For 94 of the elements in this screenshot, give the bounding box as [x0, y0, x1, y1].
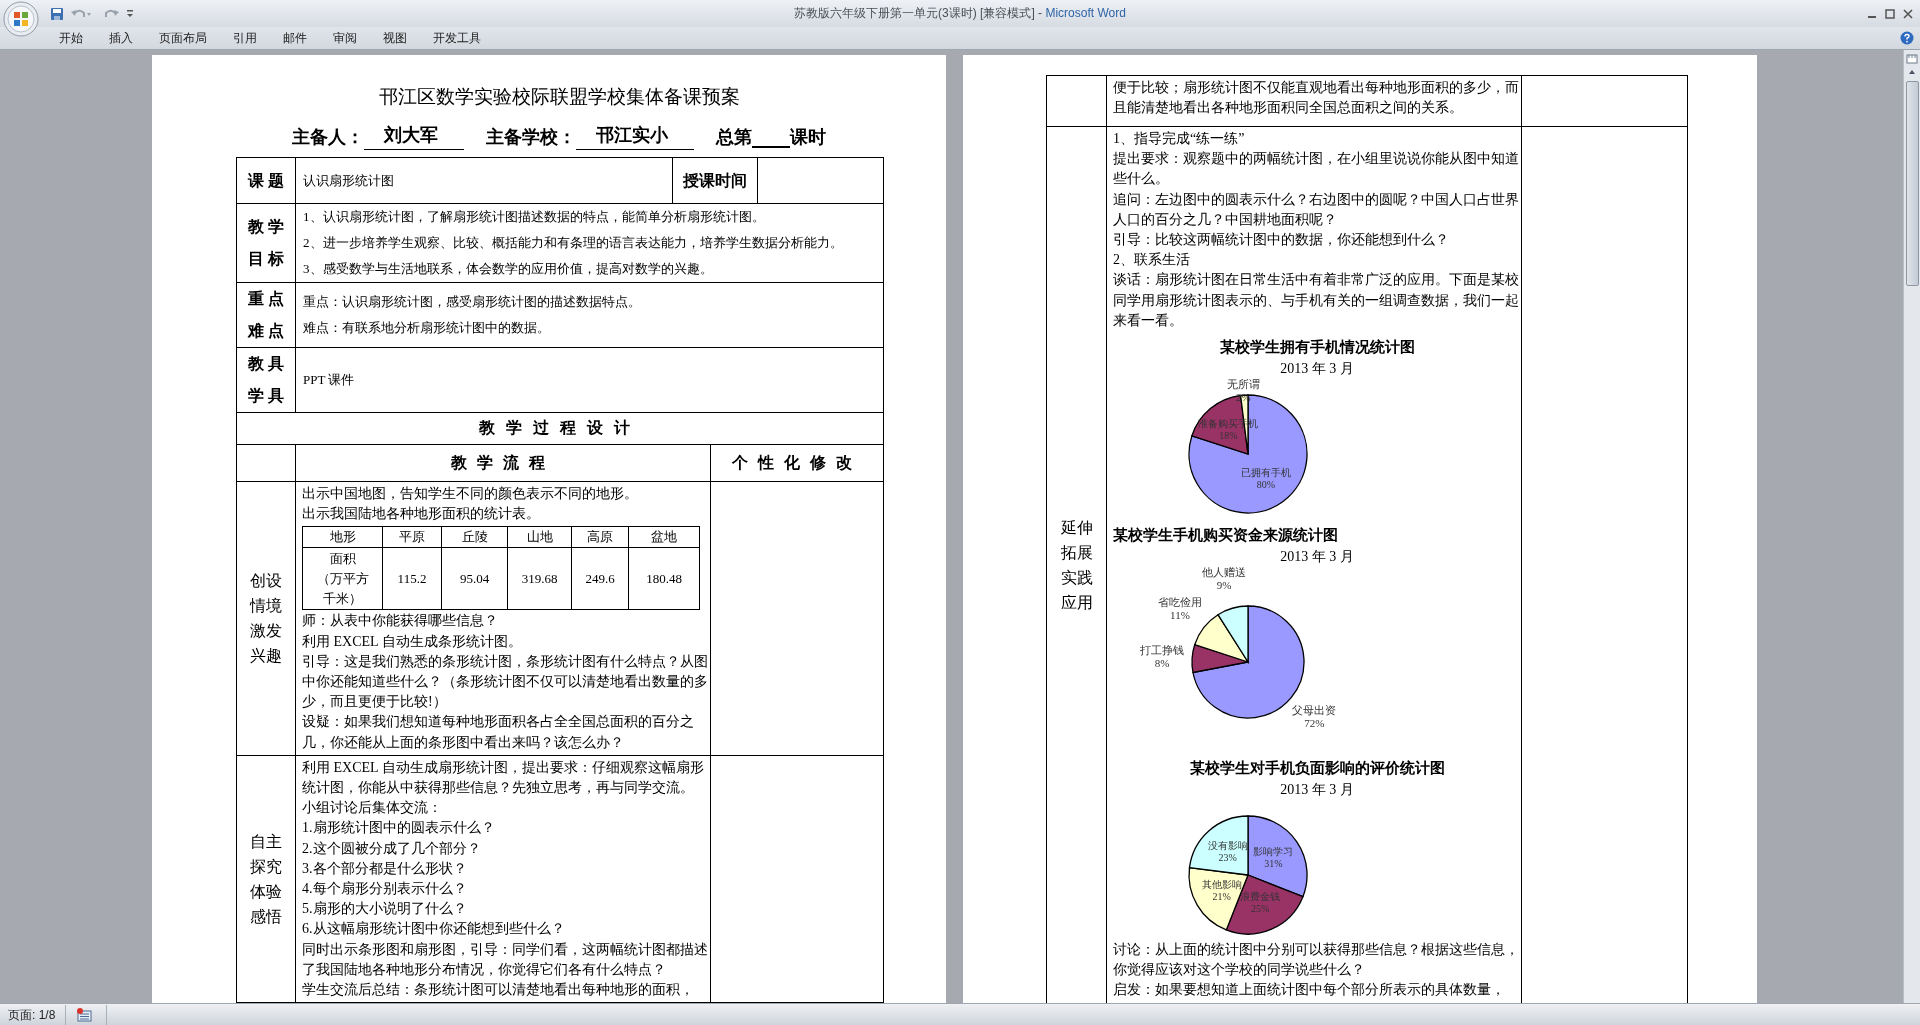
slice-label: 没有影响 23% — [1207, 840, 1248, 864]
ribbon-tab[interactable]: 视图 — [370, 29, 420, 47]
row-label: 授课时间 — [682, 170, 748, 191]
ruler-toggle-icon[interactable] — [1906, 53, 1918, 65]
slice-label: 父母出资 72% — [1292, 703, 1337, 729]
paragraph: 引导：这是我们熟悉的条形统计图，条形统计图有什么特点？从图中你还能知道些什么？（条形统计图不仅可以清楚地看出数量的多少，而且更便于比较!） — [302, 652, 709, 712]
table-cell-text: PPT 课件 — [302, 371, 356, 389]
paragraph: 3.各个部分都是什么形状？ — [302, 859, 468, 878]
ribbon-tab[interactable]: 开始 — [46, 29, 96, 47]
table-cell-text: 认识扇形统计图 — [302, 171, 395, 190]
chart-date: 2013 年 3 月 — [1279, 360, 1355, 379]
table-cell: 115.2 — [382, 547, 442, 610]
paragraph: 出示我国陆地各种地形面积的统计表。 — [302, 505, 541, 524]
table-cell: 盆地 — [628, 526, 700, 548]
table-cell: 平原 — [382, 526, 442, 548]
table-cell: 180.48 — [628, 547, 700, 610]
scrollbar-thumb[interactable] — [1905, 81, 1919, 286]
paragraph: 引导：比较这两幅统计图中的数据，你还能想到什么？ — [1113, 231, 1450, 249]
slice-label: 其他影响 21% — [1201, 878, 1242, 902]
row-label: 教 具 学 具 — [247, 354, 285, 406]
paragraph: 6.从这幅扇形统计图中你还能想到些什么？ — [302, 920, 566, 939]
table-cell-text: 重点：认识扇形统计图，感受扇形统计图的描述数据特点。 难点：有联系地分析扇形统计图中的数据。 — [302, 293, 642, 337]
customize-arrow-icon[interactable] — [126, 8, 134, 19]
document-title: 邗江区数学实验校际联盟学校集体备课预案 — [377, 85, 741, 109]
slice-label: 无所谓 2% — [1226, 379, 1260, 404]
help-icon[interactable] — [1900, 31, 1914, 45]
slice-label: 打工挣钱 8% — [1140, 643, 1185, 669]
paragraph: 1.扇形统计图中的圆表示什么？ — [302, 819, 496, 838]
ribbon-tab[interactable]: 页面布局 — [146, 29, 220, 47]
paragraph: 便于比较；扇形统计图不仅能直观地看出每种地形面积的多少，而且能清楚地看出各种地形面积同全国总面积之间的关系。 — [1113, 79, 1520, 118]
column-header: 个性化修改 — [731, 452, 863, 473]
paragraph: 讨论：从上面的统计图中分别可以获得那些信息？根据这些信息，你觉得应该对这个学校的同学说些什么？ — [1113, 941, 1520, 980]
byline-label: 总第 — [716, 126, 752, 149]
paragraph: 师：从表中你能获得哪些信息？ — [302, 612, 499, 631]
chart-date: 2013 年 3 月 — [1279, 781, 1355, 800]
chart-title: 某校学生对手机负面影响的评价统计图 — [1188, 759, 1446, 779]
paragraph: 2.这个圆被分成了几个部分？ — [302, 839, 482, 858]
byline-label: 主备人： — [292, 126, 364, 149]
table-cell: 丘陵 — [441, 526, 508, 548]
paragraph: 1、指导完成“练一练” — [1113, 130, 1246, 148]
chart-title: 某校学生手机购买资金来源统计图 — [1113, 526, 1339, 546]
paragraph: 5.扇形的大小说明了什么？ — [302, 900, 468, 919]
ribbon-tab[interactable]: 插入 — [96, 29, 146, 47]
paragraph: 小组讨论后集体交流： — [302, 799, 443, 818]
paragraph: 出示中国地图，告知学生不同的颜色表示不同的地形。 — [302, 485, 639, 503]
paragraph: 启发：如果要想知道上面统计图中每个部分所表示的具体数量， — [1113, 981, 1506, 1000]
paragraph: 设疑：如果我们想知道每种地形面积各占全全国总面积的百分之几，你还能从上面的条形图中看出来吗？该怎么办？ — [302, 713, 695, 752]
table-cell: 249.6 — [571, 547, 629, 610]
page-indicator[interactable]: 页面: 1/8 — [0, 1004, 67, 1025]
byline-value: 邗江实小 — [576, 124, 694, 150]
maximize-button[interactable] — [1884, 7, 1896, 20]
table-cell: 高原 — [571, 526, 629, 548]
paragraph: 同时出示条形图和扇形图，引导：同学们看，这两幅统计图都描述了我国陆地各种地形分布情况，你觉得它们各有什么特点？ — [302, 940, 709, 979]
table-cell: 95.04 — [441, 547, 508, 610]
chart-date: 2013 年 3 月 — [1279, 548, 1355, 567]
paragraph: 追问：左边图中的圆表示什么？右边图中的圆呢？中国人口占世界人口的百分之几？中国耕地面积呢？ — [1113, 190, 1520, 229]
table-cell: 山地 — [507, 526, 572, 548]
row-label: 重 点 难 点 — [247, 289, 285, 341]
paragraph: 提出要求：观察题中的两幅统计图，在小组里说说你能从图中知道些什么。 — [1113, 150, 1520, 189]
byline-label: 主备学校： — [486, 126, 576, 149]
row-label: 延伸 拓展 实践 应用 — [1059, 517, 1094, 613]
row-label: 课 题 — [246, 170, 285, 191]
table-cell: 地形 — [302, 526, 383, 548]
paragraph: 2、联系生活 — [1113, 251, 1191, 270]
close-button[interactable] — [1902, 7, 1914, 20]
ribbon-tab[interactable]: 邮件 — [270, 29, 320, 47]
slice-label: 已拥有手机 80% — [1241, 466, 1291, 490]
pie-slice — [1188, 815, 1249, 876]
slice-label: 省吃俭用 11% — [1158, 596, 1202, 622]
byline-label: 课时 — [790, 126, 826, 149]
row-label: 教 学 目 标 — [247, 217, 285, 269]
paragraph: 利用 EXCEL 自动生成条形统计图。 — [302, 632, 523, 651]
row-label: 自主 探究 体验 感悟 — [249, 832, 283, 928]
table-cell: 面积 （万平方千米） — [302, 547, 383, 610]
chart-title: 某校学生拥有手机情况统计图 — [1218, 338, 1416, 358]
ribbon-tab[interactable]: 审阅 — [320, 29, 370, 47]
slice-label: 浪费金钱 25% — [1240, 891, 1281, 915]
section-title: 教学过程设计 — [478, 418, 642, 438]
paragraph: 学生交流后总结：条形统计图可以清楚地看出每种地形的面积， — [302, 981, 695, 1000]
paragraph: 4.每个扇形分别表示什么？ — [302, 880, 468, 899]
paragraph: 利用 EXCEL 自动生成扇形统计图，提出要求：仔细观察这幅扇形统计图，你能从中获得那些信息？先独立思考，再与同学交流。 — [302, 758, 705, 798]
column-header: 教学流程 — [450, 452, 556, 473]
macro-record-icon[interactable] — [76, 1007, 93, 1022]
window-title: 苏教版六年级下册第一单元(3课时) [兼容模式] - Microsoft Word — [794, 5, 1126, 22]
row-label: 创设 情境 激发 兴趣 — [248, 571, 283, 667]
paragraph: 谈话：扇形统计图在日常生活中有着非常广泛的应用。下面是某校同学用扇形统计图表示的、与手机有关的一组调查数据，我们一起来看一看。 — [1113, 271, 1520, 330]
save-icon[interactable] — [50, 6, 64, 21]
ribbon-tab[interactable]: 开发工具 — [420, 29, 494, 47]
slice-label: 他人赠送 9% — [1202, 567, 1246, 592]
table-cell-text: 1、认识扇形统计图，了解扇形统计图描述数据的特点，能简单分析扇形统计图。 2、进一步培养学生观察、比较、概括能力和有条理的语言表达能力，培养学生数据分析能力。 3、感受数学与生活地联系，体会数学的应用价值，提高对数学的兴趣。 — [302, 208, 844, 278]
slice-label: 影响学习 31% — [1253, 845, 1294, 869]
byline-value: 刘大军 — [364, 124, 464, 150]
ribbon-tab[interactable]: 引用 — [220, 29, 270, 47]
table-cell: 319.68 — [507, 547, 572, 610]
